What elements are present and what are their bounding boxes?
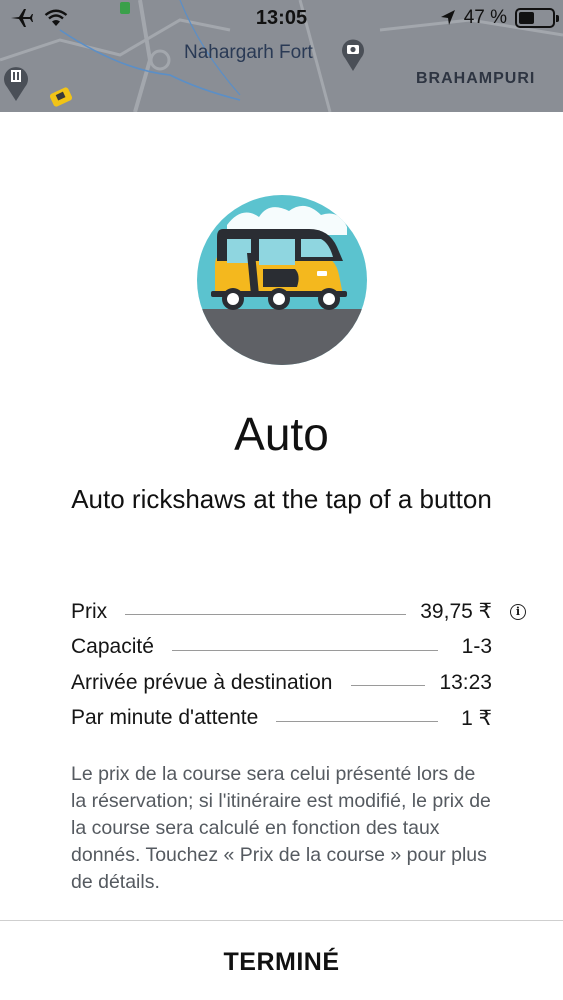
detail-label: Capacité xyxy=(71,635,154,659)
detail-label: Arrivée prévue à destination xyxy=(71,670,333,694)
map-place-label: Nahargarh Fort xyxy=(184,42,313,63)
map-area-label: BRAHAMPURI xyxy=(416,70,536,87)
camera-pin-icon[interactable] xyxy=(340,36,366,72)
detail-row-waiting: Par minute d'attente 1 ₹ xyxy=(71,701,526,737)
building-pin-icon[interactable] xyxy=(3,62,29,102)
vehicle-car-icon xyxy=(49,87,73,107)
location-arrow-icon xyxy=(440,10,455,25)
battery-percent: 47 % xyxy=(463,7,507,28)
info-icon[interactable]: i xyxy=(510,603,526,620)
detail-value: 1-3 xyxy=(461,635,492,659)
status-bar: 13:05 47 % xyxy=(0,0,563,38)
battery-icon xyxy=(515,8,559,28)
battery-level xyxy=(519,12,535,24)
footer-divider xyxy=(0,920,563,921)
product-detail-sheet: Auto Auto rickshaws at the tap of a butt… xyxy=(0,112,563,1000)
leader-line xyxy=(276,720,438,722)
leader-line xyxy=(125,614,407,616)
auto-rickshaw-illustration xyxy=(197,195,367,365)
detail-row-price[interactable]: Prix 39,75 ₹ i xyxy=(71,594,526,630)
product-title: Auto xyxy=(234,408,329,460)
detail-label: Par minute d'attente xyxy=(71,706,259,730)
detail-row-capacity: Capacité 1-3 xyxy=(71,630,526,666)
done-button[interactable]: TERMINÉ xyxy=(0,940,563,984)
detail-row-arrival: Arrivée prévue à destination 13:23 xyxy=(71,665,526,701)
detail-label: Prix xyxy=(71,599,108,623)
map-background[interactable]: 13:05 47 % Nahargarh Fort BRAHAMPURI xyxy=(0,0,563,112)
leader-line xyxy=(350,685,426,687)
fare-note: Le prix de la course sera celui présenté… xyxy=(71,763,491,893)
detail-value: 39,75 ₹ xyxy=(420,600,492,624)
leader-line xyxy=(171,649,438,651)
detail-value: 13:23 xyxy=(439,670,492,694)
fare-details-list: Prix 39,75 ₹ i Capacité 1-3 Arrivée prév… xyxy=(71,594,526,736)
product-tagline: Auto rickshaws at the tap of a button xyxy=(71,484,492,514)
detail-value: 1 ₹ xyxy=(461,706,492,730)
